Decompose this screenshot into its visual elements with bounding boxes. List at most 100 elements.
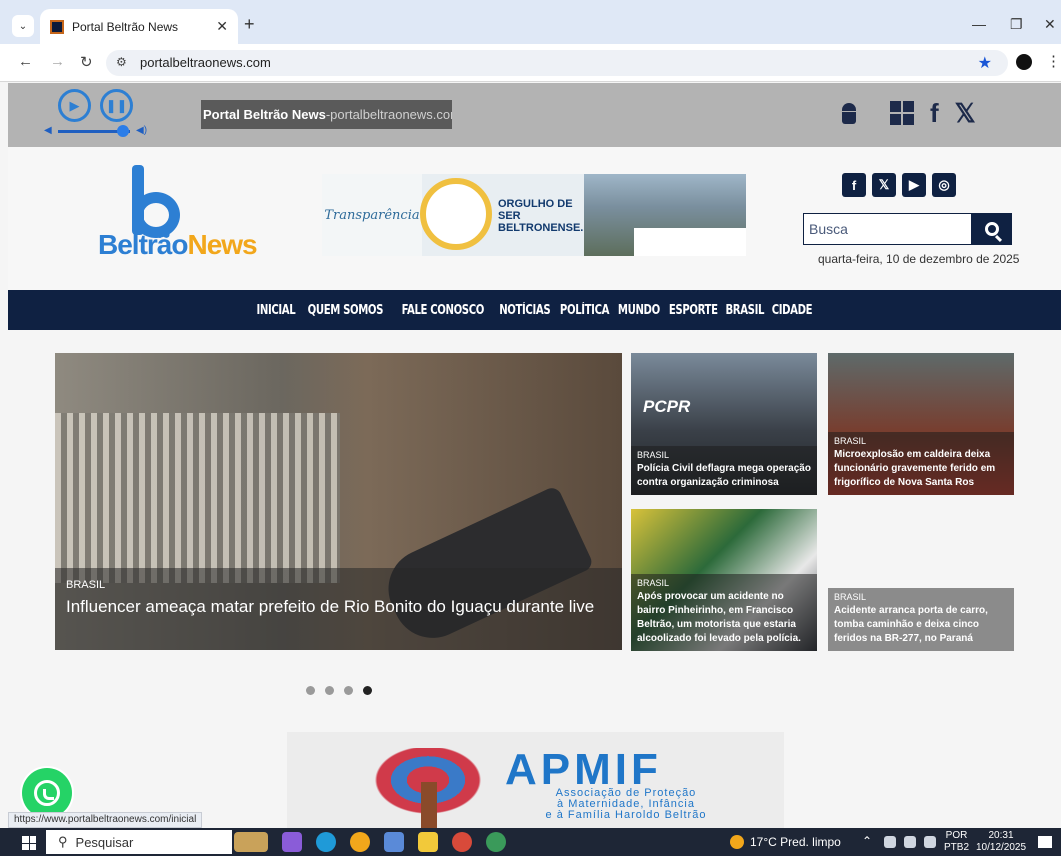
nav-item-politica[interactable]: POLÍTICA (560, 303, 610, 318)
browser-toolbar: ← → ↻ ⚙ portalbeltraonews.com ★ ⋮ (0, 44, 1061, 82)
apmif-ad-banner[interactable]: APMIF Associação de Proteção à Maternida… (287, 732, 784, 828)
youtube-icon[interactable]: ▶ (902, 173, 926, 197)
copilot-icon[interactable] (282, 832, 302, 852)
chrome-profile-icon[interactable] (452, 832, 472, 852)
bookmark-star-icon[interactable]: ★ (978, 53, 992, 73)
tray-overflow-icon[interactable]: ⌃ (862, 834, 872, 848)
story-headline[interactable]: Microexplosão em caldeira deixa funcioná… (834, 448, 1008, 490)
story-card[interactable]: BRASIL Acidente arranca porta de carro, … (828, 509, 1014, 651)
x-twitter-icon[interactable]: 𝕏 (872, 173, 896, 197)
story-category[interactable]: BRASIL (637, 578, 811, 588)
weather-text: 17°C Pred. limpo (750, 835, 841, 849)
search-button[interactable] (971, 214, 1012, 244)
banner-transparency-text: Transparência (322, 174, 422, 256)
address-bar[interactable]: ⚙ portalbeltraonews.com ★ (106, 50, 1008, 76)
site-info-icon[interactable]: ⚙ (116, 55, 127, 69)
browser-tab-bar: ⌄ Portal Beltrão News ✕ + — ❐ ✕ (0, 0, 1061, 44)
restore-icon[interactable]: ❐ (1010, 16, 1023, 33)
notifications-icon[interactable] (1038, 836, 1052, 848)
site-logo[interactable]: BeltrãoNews (96, 165, 258, 271)
story-headline[interactable]: Após provocar um acidente no bairro Pinh… (637, 590, 811, 646)
nav-item-esporte[interactable]: ESPORTE (669, 303, 718, 318)
weather-icon (730, 835, 744, 849)
clock-time: 20:31 (988, 830, 1014, 841)
x-twitter-icon[interactable]: 𝕏 (955, 98, 976, 128)
back-icon[interactable]: ← (18, 53, 33, 70)
nav-item-quem-somos[interactable]: QUEM SOMOS (308, 303, 384, 318)
taskbar-search[interactable]: ⚲ Pesquisar (46, 830, 232, 854)
app-download-links: f 𝕏 (840, 98, 976, 128)
file-explorer-icon[interactable] (418, 832, 438, 852)
tab-search-chevron-icon[interactable]: ⌄ (12, 15, 34, 37)
main-navigation: INICIAL QUEM SOMOS FALE CONOSCO NOTÍCIAS… (8, 290, 1061, 330)
story-category[interactable]: BRASIL (66, 579, 611, 591)
tray-app-icon[interactable] (924, 836, 936, 848)
facebook-icon[interactable]: f (842, 173, 866, 197)
featured-story[interactable]: BRASIL Influencer ameaça matar prefeito … (55, 353, 622, 650)
story-card[interactable]: PCPR BRASIL Polícia Civil deflagra mega … (631, 353, 817, 495)
story-card-caption: BRASIL Após provocar um acidente no bair… (631, 574, 817, 651)
nav-item-fale-conosco[interactable]: FALE CONOSCO (402, 303, 485, 318)
story-category[interactable]: BRASIL (834, 436, 1008, 446)
tab-close-icon[interactable]: ✕ (216, 18, 228, 35)
nav-item-cidade[interactable]: CIDADE (771, 303, 812, 318)
slider-dot[interactable] (344, 686, 353, 695)
story-card-caption: BRASIL Polícia Civil deflagra mega opera… (631, 446, 817, 495)
story-category[interactable]: BRASIL (834, 592, 1008, 602)
profile-avatar-icon[interactable] (1016, 54, 1032, 70)
volume-low-icon[interactable]: ◀ (44, 125, 52, 136)
browser-tab[interactable]: Portal Beltrão News ✕ (40, 9, 238, 44)
facebook-icon[interactable]: f (930, 98, 939, 128)
windows-icon[interactable] (890, 101, 914, 125)
story-card[interactable]: BRASIL Após provocar um acidente no bair… (631, 509, 817, 651)
new-tab-icon[interactable]: + (244, 14, 255, 35)
taskbar-widget-icon[interactable] (234, 832, 268, 852)
slider-pagination (306, 686, 372, 695)
nav-item-brasil[interactable]: BRASIL (726, 303, 765, 318)
chrome-icon[interactable] (350, 832, 370, 852)
slider-dot[interactable] (306, 686, 315, 695)
play-icon[interactable]: ▶ (58, 89, 91, 122)
window-close-icon[interactable]: ✕ (1044, 16, 1056, 33)
story-category[interactable]: BRASIL (637, 450, 811, 460)
android-icon[interactable] (840, 101, 858, 125)
pause-icon[interactable]: ❚❚ (100, 89, 133, 122)
story-headline[interactable]: Polícia Civil deflagra mega operação con… (637, 462, 811, 490)
header-ad-banner[interactable]: Transparência ORGULHO DE SER BELTRONENSE… (322, 174, 746, 256)
slider-dot[interactable] (363, 686, 372, 695)
nav-item-inicial[interactable]: INICIAL (257, 303, 296, 318)
nav-item-noticias[interactable]: NOTÍCIAS (499, 303, 550, 318)
story-headline[interactable]: Influencer ameaça matar prefeito de Rio … (66, 597, 611, 617)
ticker-station-name: Portal Beltrão News (203, 107, 326, 122)
forward-icon[interactable]: → (50, 53, 65, 70)
whatsapp-icon (34, 780, 60, 806)
store-icon[interactable] (384, 832, 404, 852)
taskbar-clock[interactable]: 20:31 10/12/2025 (976, 830, 1026, 854)
story-photo-badge: PCPR (643, 397, 691, 416)
volume-high-icon[interactable]: ◀) (136, 125, 147, 136)
taskbar-weather[interactable]: 17°C Pred. limpo (730, 835, 841, 849)
logo-accent-text: News (187, 229, 257, 260)
current-date: quarta-feira, 10 de dezembro de 2025 (818, 252, 1020, 266)
slider-dot[interactable] (325, 686, 334, 695)
taskbar-search-text: Pesquisar (75, 834, 134, 850)
instagram-icon[interactable]: ◎ (932, 173, 956, 197)
tray-app-icon[interactable] (884, 836, 896, 848)
tray-app-icon[interactable] (904, 836, 916, 848)
story-headline[interactable]: Acidente arranca porta de carro, tomba c… (834, 604, 1008, 646)
reload-icon[interactable]: ↻ (80, 53, 93, 71)
search-input[interactable] (804, 214, 971, 244)
input-language[interactable]: POR PTB2 (944, 830, 969, 854)
chrome-alt-icon[interactable] (486, 832, 506, 852)
story-card-caption: BRASIL Microexplosão em caldeira deixa f… (828, 432, 1014, 495)
keyboard-layout: PTB2 (944, 842, 970, 853)
nav-item-mundo[interactable]: MUNDO (618, 303, 660, 318)
whatsapp-button[interactable] (22, 768, 72, 818)
edge-icon[interactable] (316, 832, 336, 852)
story-card[interactable]: BRASIL Microexplosão em caldeira deixa f… (828, 353, 1014, 495)
minimize-icon[interactable]: — (972, 16, 986, 32)
browser-menu-icon[interactable]: ⋮ (1046, 52, 1061, 70)
taskbar-apps (234, 832, 506, 852)
volume-slider-handle[interactable] (116, 125, 129, 137)
windows-start-icon[interactable] (22, 836, 36, 850)
